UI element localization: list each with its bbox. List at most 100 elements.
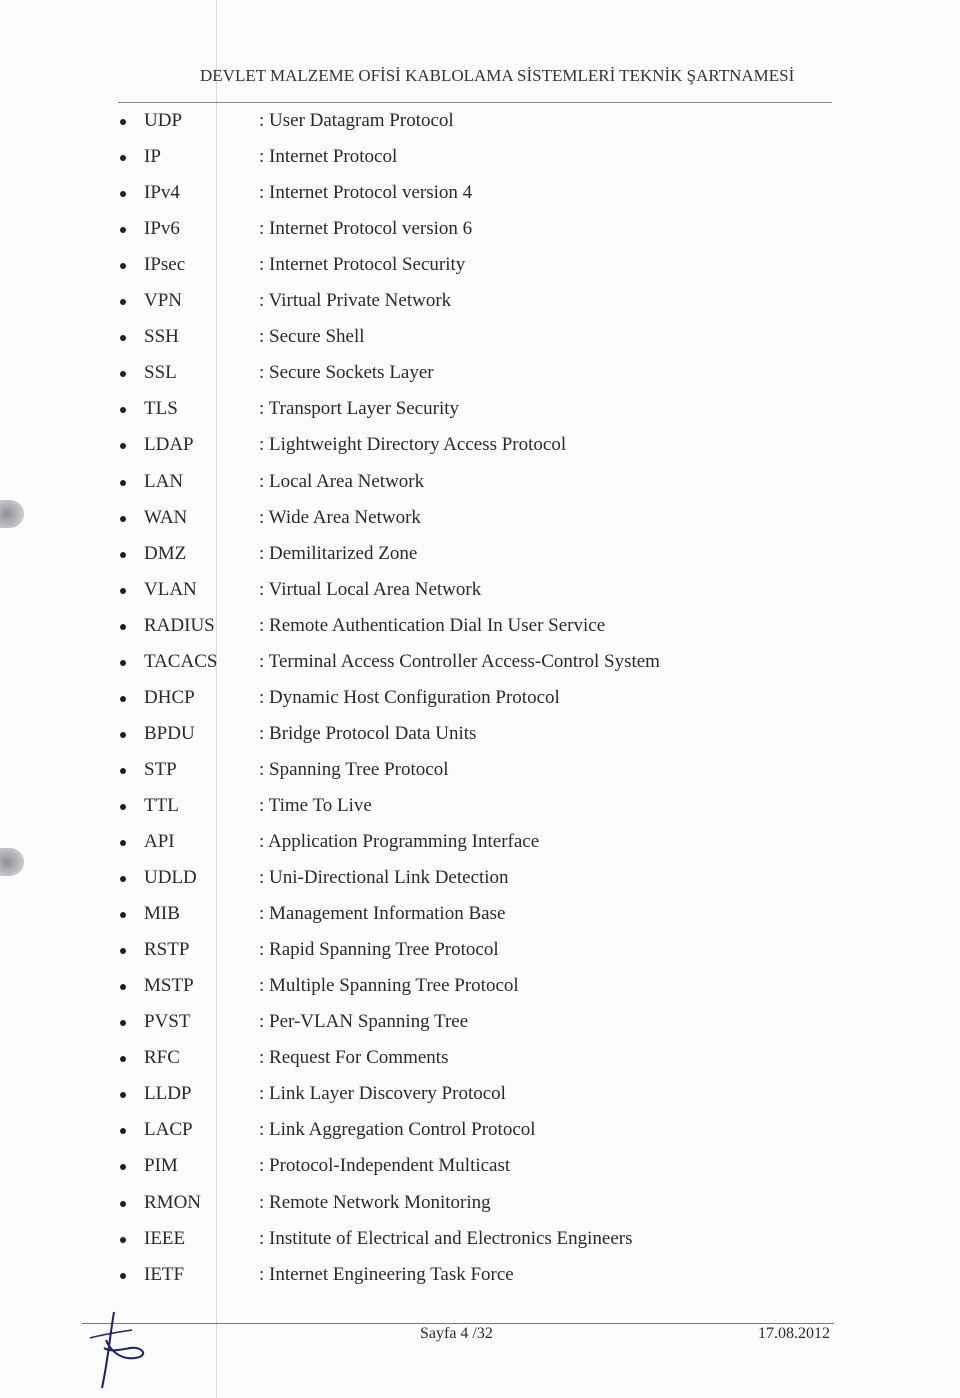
definition: : Internet Protocol version 4 bbox=[259, 182, 473, 204]
abbreviation: IETF bbox=[144, 1263, 185, 1285]
bullet-icon bbox=[120, 659, 126, 666]
abbreviation: LLDP bbox=[144, 1083, 192, 1105]
definition: : Request For Comments bbox=[259, 1047, 449, 1069]
abbreviation: TLS bbox=[144, 398, 178, 420]
definition: : Secure Shell bbox=[259, 326, 365, 348]
definition: : Uni-Directional Link Detection bbox=[259, 867, 509, 889]
abbreviation: IPv6 bbox=[144, 218, 180, 240]
abbreviation: SSH bbox=[144, 326, 179, 348]
bullet-icon bbox=[120, 1272, 126, 1279]
abbreviation: DHCP bbox=[144, 686, 195, 708]
bullet-icon bbox=[120, 767, 126, 774]
signature-icon bbox=[89, 1311, 145, 1389]
definition: : Internet Protocol Security bbox=[259, 254, 466, 276]
document-header: DEVLET MALZEME OFİSİ KABLOLAMA SİSTEMLER… bbox=[200, 66, 795, 85]
definition: : Dynamic Host Configuration Protocol bbox=[259, 686, 560, 708]
bullet-icon bbox=[120, 1236, 126, 1243]
abbreviation: UDP bbox=[144, 110, 183, 131]
definition: : Bridge Protocol Data Units bbox=[259, 722, 477, 744]
bullet-icon bbox=[120, 515, 126, 522]
abbreviation: RSTP bbox=[144, 939, 190, 961]
abbreviation: MIB bbox=[144, 903, 180, 925]
abbreviation: LAN bbox=[144, 470, 184, 492]
bullet-icon bbox=[120, 119, 126, 125]
abbreviation: PIM bbox=[144, 1155, 178, 1177]
definition: : Virtual Private Network bbox=[259, 290, 452, 312]
abbreviation: BPDU bbox=[144, 722, 195, 744]
abbreviation: TTL bbox=[144, 794, 179, 816]
bullet-icon bbox=[120, 587, 126, 594]
definition: : Link Aggregation Control Protocol bbox=[259, 1119, 536, 1141]
definition: : Institute of Electrical and Electronic… bbox=[259, 1227, 633, 1249]
bullet-icon bbox=[120, 948, 126, 955]
abbreviation: VPN bbox=[144, 290, 183, 312]
definition: : Wide Area Network bbox=[259, 506, 421, 528]
bullet-icon bbox=[120, 984, 126, 991]
bullet-icon bbox=[120, 731, 126, 738]
abbreviation: LDAP bbox=[144, 434, 194, 456]
definition: : Application Programming Interface bbox=[259, 831, 540, 852]
definition: : Internet Protocol version 6 bbox=[259, 218, 473, 240]
definition: : Local Area Network bbox=[259, 470, 425, 492]
bullet-icon bbox=[120, 1200, 126, 1207]
definition: : Rapid Spanning Tree Protocol bbox=[259, 939, 499, 961]
abbreviation: PVST bbox=[144, 1011, 191, 1033]
abbreviation: STP bbox=[144, 758, 177, 780]
bullet-icon bbox=[120, 335, 126, 342]
definition: : Terminal Access Controller Access-Cont… bbox=[259, 650, 660, 672]
bullet-icon bbox=[120, 1128, 126, 1135]
bullet-icon bbox=[120, 155, 126, 162]
definition: : Secure Sockets Layer bbox=[259, 362, 434, 384]
definition: : Remote Network Monitoring bbox=[259, 1191, 491, 1213]
bullet-icon bbox=[120, 551, 126, 558]
definition: : Multiple Spanning Tree Protocol bbox=[259, 975, 519, 997]
document-date: 17.08.2012 bbox=[758, 1325, 830, 1342]
abbreviation: RMON bbox=[144, 1191, 202, 1213]
abbreviation: MSTP bbox=[144, 975, 194, 997]
page-number: Sayfa 4 /32 bbox=[420, 1325, 493, 1342]
abbreviation: WAN bbox=[144, 506, 188, 528]
definition: : Per-VLAN Spanning Tree bbox=[259, 1011, 469, 1033]
abbreviation: LACP bbox=[144, 1119, 193, 1141]
abbreviation: DMZ bbox=[144, 542, 187, 564]
definition: : Transport Layer Security bbox=[259, 398, 460, 420]
abbreviation: VLAN bbox=[144, 578, 197, 600]
abbreviation: IEEE bbox=[144, 1227, 186, 1249]
abbreviation: IPv4 bbox=[144, 182, 180, 204]
bullet-icon bbox=[120, 623, 126, 630]
abbreviation: TACACS bbox=[144, 650, 218, 672]
bullet-icon bbox=[120, 263, 126, 270]
bullet-icon bbox=[120, 1056, 126, 1063]
bullet-icon bbox=[120, 299, 126, 306]
bullet-icon bbox=[120, 407, 126, 414]
abbreviation: RADIUS bbox=[144, 614, 215, 636]
bullet-icon bbox=[120, 191, 126, 198]
definition: : Link Layer Discovery Protocol bbox=[259, 1083, 506, 1105]
abbreviation: SSL bbox=[144, 362, 177, 384]
definition: : Internet Engineering Task Force bbox=[259, 1263, 514, 1285]
definition: : User Datagram Protocol bbox=[259, 110, 454, 131]
header-divider bbox=[118, 102, 832, 103]
abbreviation: RFC bbox=[144, 1047, 180, 1069]
footer-divider bbox=[82, 1323, 834, 1324]
definition: : Lightweight Directory Access Protocol bbox=[259, 434, 567, 456]
definition: : Management Information Base bbox=[259, 903, 506, 925]
abbreviation: API bbox=[144, 831, 175, 852]
definition: : Remote Authentication Dial In User Ser… bbox=[259, 614, 606, 636]
bullet-icon bbox=[120, 227, 126, 234]
bullet-icon bbox=[120, 1092, 126, 1099]
scan-fold-line bbox=[216, 0, 217, 1398]
bullet-icon bbox=[120, 695, 126, 702]
punch-hole-mark bbox=[0, 500, 24, 528]
abbreviation: IP bbox=[144, 146, 161, 168]
abbreviation: UDLD bbox=[144, 867, 197, 889]
abbreviation: IPsec bbox=[144, 254, 186, 276]
punch-hole-mark bbox=[0, 848, 24, 876]
bullet-icon bbox=[120, 803, 126, 810]
definition: : Spanning Tree Protocol bbox=[259, 758, 449, 780]
bullet-icon bbox=[120, 912, 126, 919]
bullet-icon bbox=[120, 443, 126, 450]
definition: : Time To Live bbox=[259, 794, 372, 816]
definition: : Protocol-Independent Multicast bbox=[259, 1155, 511, 1177]
definition: : Internet Protocol bbox=[259, 146, 398, 168]
